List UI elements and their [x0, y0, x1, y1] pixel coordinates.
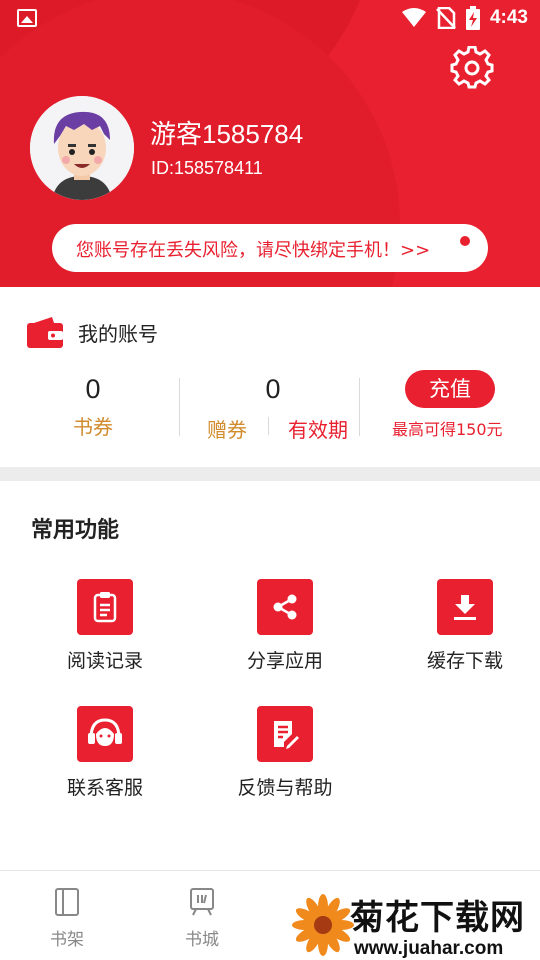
battery-charging-icon	[465, 6, 480, 30]
function-label: 缓存下载	[426, 650, 503, 672]
wifi-icon	[401, 8, 426, 27]
status-time: 4:43	[489, 7, 528, 28]
function-cache-download[interactable]: 缓存下载	[395, 579, 535, 673]
user-id: ID:158578411	[151, 158, 263, 178]
download-icon	[437, 579, 493, 635]
functions-title: 常用功能	[31, 518, 120, 543]
status-icons: 4:43	[401, 6, 528, 30]
notice-text: 您账号存在丢失风险，请尽快绑定手机！>>	[76, 240, 431, 261]
watermark-url: www.juahar.com	[354, 938, 504, 959]
function-feedback-help[interactable]: 反馈与帮助	[215, 706, 355, 800]
account-title: 我的账号	[78, 321, 158, 346]
function-customer-service[interactable]: 联系客服	[35, 706, 175, 800]
book-coupon-label: 书券	[73, 415, 113, 439]
function-reading-history[interactable]: 阅读记录	[35, 579, 175, 673]
gift-coupon-label: 赠券	[207, 418, 247, 442]
notification-dot	[460, 236, 470, 246]
edit-document-icon	[257, 706, 313, 762]
avatar[interactable]	[30, 96, 134, 200]
avatar-illustration	[30, 96, 134, 200]
share-icon	[257, 579, 313, 635]
divider	[359, 378, 360, 436]
headset-icon	[77, 706, 133, 762]
status-bar: 4:43	[0, 0, 540, 36]
gear-icon	[450, 45, 494, 89]
book-coupon-value: 0	[85, 374, 101, 404]
function-label: 分享应用	[246, 650, 323, 672]
section-separator	[0, 467, 540, 481]
no-sim-icon	[436, 7, 456, 29]
recharge-note: 最高可得150元	[392, 420, 503, 439]
gift-coupon-stat[interactable]: 0	[213, 374, 333, 405]
nav-bookshelf[interactable]: 书架	[37, 887, 97, 950]
function-label: 阅读记录	[66, 650, 143, 672]
validity-link[interactable]: 有效期	[288, 414, 348, 443]
nav-label: 书架	[50, 930, 84, 950]
divider	[268, 417, 269, 435]
watermark-text: 菊花下载网	[350, 898, 525, 938]
watermark: 菊花下载网 www.juahar.com	[290, 890, 540, 960]
bookshelf-icon	[55, 888, 79, 916]
bookstore-icon	[190, 888, 214, 916]
function-share-app[interactable]: 分享应用	[215, 579, 355, 673]
flower-logo-icon	[292, 894, 354, 956]
username: 游客1585784	[150, 119, 304, 149]
wallet-icon	[27, 317, 63, 348]
nav-label: 书城	[185, 930, 219, 950]
function-label: 联系客服	[66, 777, 143, 799]
recharge-button[interactable]: 充值	[405, 370, 495, 408]
account-header: 我的账号	[26, 314, 158, 350]
clipboard-icon	[77, 579, 133, 635]
settings-button[interactable]	[450, 45, 494, 90]
function-label: 反馈与帮助	[237, 777, 333, 799]
nav-bookstore[interactable]: 书城	[172, 887, 232, 950]
photo-icon	[17, 9, 37, 27]
divider	[179, 378, 180, 436]
gift-coupon-value: 0	[265, 374, 281, 404]
bind-phone-notice[interactable]: 您账号存在丢失风险，请尽快绑定手机！>>	[52, 224, 488, 272]
book-coupon-stat[interactable]: 0 书券	[33, 374, 153, 440]
